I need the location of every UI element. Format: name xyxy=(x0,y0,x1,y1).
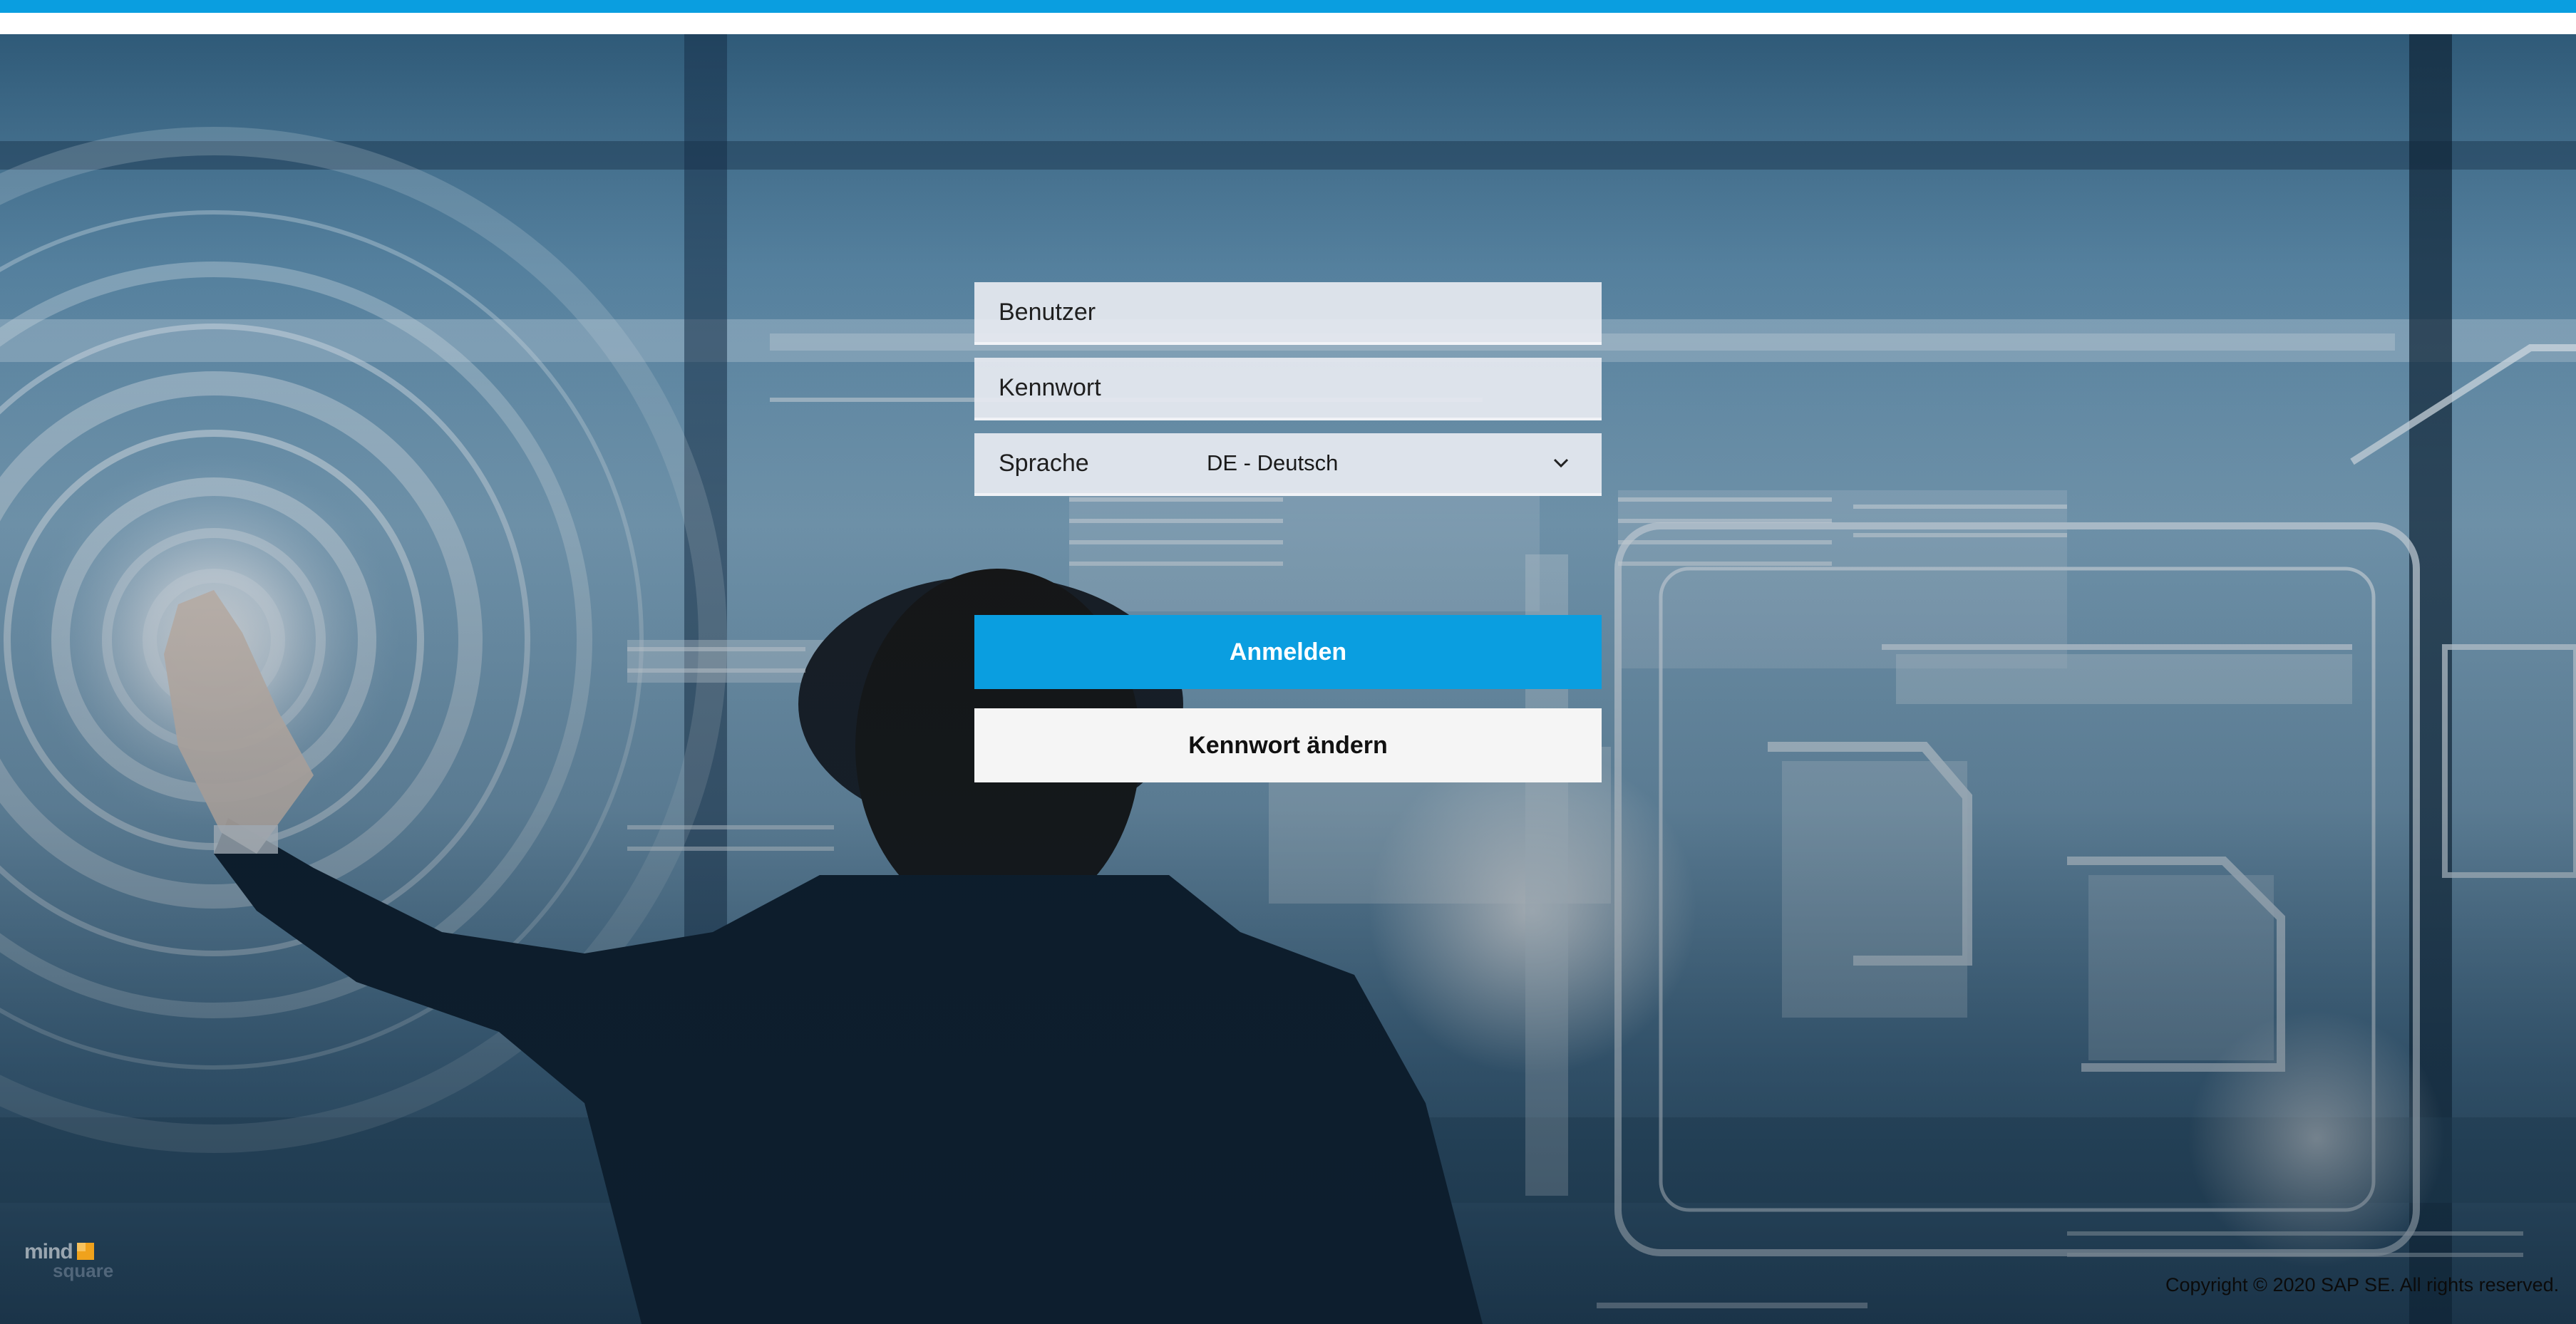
language-selected-value: DE - Deutsch xyxy=(1207,450,1339,475)
top-accent-bar xyxy=(0,0,2576,13)
logo-word-square: square xyxy=(53,1260,114,1281)
mindsquare-logo: mind square xyxy=(24,1240,131,1283)
language-field: Sprache DE - Deutsch xyxy=(974,433,1602,496)
login-button[interactable]: Anmelden xyxy=(974,615,1602,689)
language-select[interactable]: DE - Deutsch xyxy=(1207,433,1599,493)
password-input[interactable] xyxy=(974,358,1602,418)
user-field-container xyxy=(974,282,1602,345)
user-input[interactable] xyxy=(974,282,1602,342)
chevron-down-icon xyxy=(1553,458,1569,468)
logo-square-icon xyxy=(77,1243,94,1260)
password-field-container xyxy=(974,358,1602,420)
change-password-button[interactable]: Kennwort ändern xyxy=(974,708,1602,782)
language-label: Sprache xyxy=(999,450,1089,477)
copyright-text: Copyright © 2020 SAP SE. All rights rese… xyxy=(2165,1274,2560,1295)
top-white-strip xyxy=(0,13,2576,34)
